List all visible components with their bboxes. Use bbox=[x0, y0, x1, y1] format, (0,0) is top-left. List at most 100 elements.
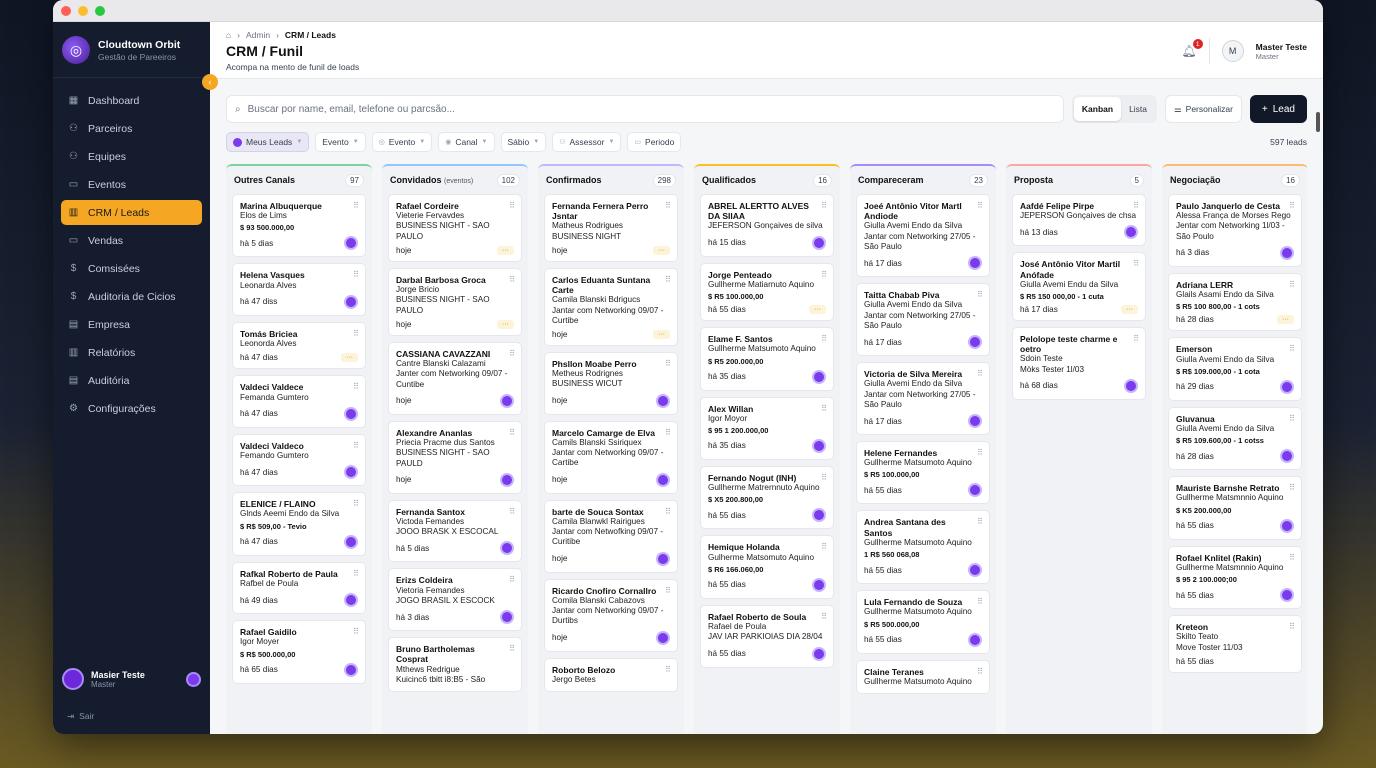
drag-handle-icon[interactable]: ⠿ bbox=[1133, 259, 1139, 268]
lead-card[interactable]: ⠿ Roborto Belozo Jergo Betes bbox=[544, 657, 678, 692]
lead-card[interactable]: ⠿ Erizs Coldeira Vietoria Femandes JOGO BR… bbox=[388, 568, 522, 632]
customize-button[interactable]: ⚌ Personalizar bbox=[1165, 95, 1242, 123]
sidebar-item-crm-leads[interactable]: ▥ CRM / Leads bbox=[61, 200, 202, 225]
filter-meus-leads[interactable]: Meus Leads ▼ bbox=[226, 132, 310, 152]
lead-card[interactable]: ⠿ Marina Albuquerque Elos de Lims $ 93 500… bbox=[232, 194, 366, 258]
drag-handle-icon[interactable]: ⠿ bbox=[821, 473, 827, 482]
home-icon[interactable]: ⌂ bbox=[226, 30, 231, 40]
drag-handle-icon[interactable]: ⠿ bbox=[353, 627, 359, 636]
lead-card[interactable]: ⠿ Darbal Barbosa Groca Jorge Bricio BUSINE… bbox=[388, 267, 522, 336]
sidebar-item-empresa[interactable]: ▤ Empresa bbox=[61, 312, 202, 337]
filter-evento[interactable]: Evento ▼ bbox=[315, 132, 366, 152]
lead-card[interactable]: ⠿ Hemique Holanda Gulherme Matsomuto Aqui… bbox=[700, 535, 834, 599]
lead-card[interactable]: ⠿ Rafael Roberto de Soula Rafael de Poula… bbox=[700, 604, 834, 668]
drag-handle-icon[interactable]: ⠿ bbox=[977, 201, 983, 210]
filter-s-bio[interactable]: Sábio ▼ bbox=[500, 132, 547, 152]
drag-handle-icon[interactable]: ⠿ bbox=[821, 404, 827, 413]
sidebar-item-parceiros[interactable]: ⚇ Parceiros bbox=[61, 116, 202, 141]
lead-card[interactable]: ⠿ Helena Vasques Leonarda Alves há 47 diss bbox=[232, 263, 366, 316]
lead-card[interactable]: ⠿ Fernando Nogut (INH) Gullherme Matrernn… bbox=[700, 465, 834, 530]
view-kanban-button[interactable]: Kanban bbox=[1073, 97, 1122, 121]
drag-handle-icon[interactable]: ⠿ bbox=[665, 428, 671, 437]
lead-card[interactable]: ⠿ Alexandre Ananlas Priecia Pracme dus Sa… bbox=[388, 420, 522, 494]
collapse-sidebar-icon[interactable]: ‹ bbox=[202, 74, 218, 90]
drag-handle-icon[interactable]: ⠿ bbox=[665, 665, 671, 674]
lead-card[interactable]: ⠿ Rafael Gaidilo Igor Moyer $ R$ 500.000,0… bbox=[232, 620, 366, 684]
drag-handle-icon[interactable]: ⠿ bbox=[353, 329, 359, 338]
drag-handle-icon[interactable]: ⠿ bbox=[1289, 483, 1295, 492]
drag-handle-icon[interactable]: ⠿ bbox=[821, 334, 827, 343]
lead-card[interactable]: ⠿ ABREL ALERTTO ALVES DA SIIAA JEFERSON G… bbox=[700, 194, 834, 257]
lead-card[interactable]: ⠿ Fernanda Santox Victoda Femandes JOOO BR… bbox=[388, 499, 522, 563]
drag-handle-icon[interactable]: ⠿ bbox=[353, 270, 359, 279]
lead-card[interactable]: ⠿ Tomás Briciea Leonorda Alves há 47 dias ·… bbox=[232, 321, 366, 370]
lead-card[interactable]: ⠿ Jorge Penteado Gullherme Matiarnuto Aqu… bbox=[700, 262, 834, 322]
lead-card[interactable]: ⠿ Pelolope teste charme e oetro Sdoin Tes… bbox=[1012, 327, 1146, 400]
drag-handle-icon[interactable]: ⠿ bbox=[977, 597, 983, 606]
drag-handle-icon[interactable]: ⠿ bbox=[665, 201, 671, 210]
sidebar-item-audit-ria[interactable]: ▤ Auditória bbox=[61, 368, 202, 393]
lead-card[interactable]: ⠿ CASSIANA CAVAZZANI Cantre Blanski Calaz… bbox=[388, 341, 522, 415]
lead-card[interactable]: ⠿ Rofael Knlitel (Rakin) Gullherme Matsmn… bbox=[1168, 545, 1302, 610]
filter-assessor[interactable]: ⚇ Assessor ▼ bbox=[552, 132, 622, 152]
avatar[interactable]: M bbox=[1221, 40, 1244, 62]
lead-card[interactable]: ⠿ José Antônio Vitor Martil Anófade Giull… bbox=[1012, 252, 1146, 322]
drag-handle-icon[interactable]: ⠿ bbox=[665, 359, 671, 368]
lead-card[interactable]: ⠿ barte de Souca Sontax Camila Blanwkl Ra… bbox=[544, 499, 678, 573]
drag-handle-icon[interactable]: ⠿ bbox=[509, 644, 515, 653]
header-user[interactable]: Master Teste Master bbox=[1256, 42, 1307, 61]
drag-handle-icon[interactable]: ⠿ bbox=[977, 448, 983, 457]
logout-button[interactable]: ⇥ Sair bbox=[67, 711, 94, 722]
lead-card[interactable]: ⠿ Alex Willan Igor Moyor $ 95 1 200.000,00… bbox=[700, 396, 834, 460]
drag-handle-icon[interactable]: ⠿ bbox=[509, 507, 515, 516]
drag-handle-icon[interactable]: ⠿ bbox=[977, 290, 983, 299]
drag-handle-icon[interactable]: ⠿ bbox=[509, 201, 515, 210]
drag-handle-icon[interactable]: ⠿ bbox=[1133, 334, 1139, 343]
drag-handle-icon[interactable]: ⠿ bbox=[665, 586, 671, 595]
lead-card[interactable]: ⠿ Taitta Chabab Piva Giulla Avemi Endo da… bbox=[856, 283, 990, 357]
search-input[interactable] bbox=[247, 103, 1063, 115]
sidebar-item-dashboard[interactable]: ▦ Dashboard bbox=[61, 88, 202, 113]
lead-card[interactable]: ⠿ Aafdé Felipe Pirpe JEPERSON Gonçaives d… bbox=[1012, 194, 1146, 247]
lead-card[interactable]: ⠿ Lula Fernando de Souza Gullherme Matsum… bbox=[856, 590, 990, 654]
lead-card[interactable]: ⠿ Marcelo Camarge de Elva Camils Blanski … bbox=[544, 420, 678, 494]
lead-card[interactable]: ⠿ Adriana LERR Glails Asami Endo da Silva… bbox=[1168, 272, 1302, 332]
lead-card[interactable]: ⠿ Gluvanua Giulla Avemi Endo da Silva $ R5… bbox=[1168, 406, 1302, 471]
lead-card[interactable]: ⠿ Joeé Antônio Vitor Martl Andiode Giulla… bbox=[856, 194, 990, 278]
drag-handle-icon[interactable]: ⠿ bbox=[353, 499, 359, 508]
lead-card[interactable]: ⠿ ELENICE / FLAINO Glnds Aeemi Endo da Si… bbox=[232, 492, 366, 556]
view-list-button[interactable]: Lista bbox=[1121, 97, 1155, 121]
drag-handle-icon[interactable]: ⠿ bbox=[1289, 344, 1295, 353]
drag-handle-icon[interactable]: ⠿ bbox=[1289, 414, 1295, 423]
drag-handle-icon[interactable]: ⠿ bbox=[353, 569, 359, 578]
filter-periodo[interactable]: ▭ Periodo bbox=[627, 132, 682, 152]
drag-handle-icon[interactable]: ⠿ bbox=[821, 612, 827, 621]
drag-handle-icon[interactable]: ⠿ bbox=[821, 542, 827, 551]
lead-card[interactable]: ⠿ Emerson Giulla Avemi Endo da Silva $ R$ … bbox=[1168, 337, 1302, 401]
lead-card[interactable]: ⠿ Mauriste Barnshe Retrato Gullherme Mats… bbox=[1168, 476, 1302, 540]
sidebar-user[interactable]: Masier Teste Master bbox=[53, 668, 210, 690]
lead-card[interactable]: ⠿ Claine Teranes Gullherme Matsumoto Aqui… bbox=[856, 659, 990, 694]
lead-card[interactable]: ⠿ Bruno Bartholemas Cosprat Mthews Redrig… bbox=[388, 637, 522, 692]
drag-handle-icon[interactable]: ⠿ bbox=[1133, 201, 1139, 210]
drag-handle-icon[interactable]: ⠿ bbox=[509, 275, 515, 284]
add-lead-button[interactable]: + Lead bbox=[1249, 95, 1307, 123]
minimize-window-button[interactable] bbox=[78, 5, 88, 16]
drag-handle-icon[interactable]: ⠿ bbox=[1289, 553, 1295, 562]
user-settings-icon[interactable] bbox=[186, 671, 201, 687]
sidebar-item-vendas[interactable]: ▭ Vendas bbox=[61, 228, 202, 253]
scrollbar[interactable] bbox=[1316, 112, 1320, 132]
sidebar-item-comsis-es[interactable]: $ Comsisées bbox=[61, 256, 202, 281]
drag-handle-icon[interactable]: ⠿ bbox=[977, 667, 983, 676]
lead-card[interactable]: ⠿ Ricardo Cnofiro Cornallro Comila Blansk… bbox=[544, 578, 678, 652]
drag-handle-icon[interactable]: ⠿ bbox=[821, 201, 827, 210]
filter-evento[interactable]: ◎ Evento ▼ bbox=[371, 132, 433, 152]
lead-card[interactable]: ⠿ Valdeci Valdece Femanda Gumtero há 47 di… bbox=[232, 375, 366, 428]
sidebar-item-equipes[interactable]: ⚇ Equipes bbox=[61, 144, 202, 169]
drag-handle-icon[interactable]: ⠿ bbox=[821, 270, 827, 279]
lead-card[interactable]: ⠿ Helene Fernandes Gullherme Matsumoto Aq… bbox=[856, 441, 990, 505]
drag-handle-icon[interactable]: ⠿ bbox=[353, 441, 359, 450]
lead-card[interactable]: ⠿ Andrea Santana des Santos Gullherme Mat… bbox=[856, 510, 990, 585]
drag-handle-icon[interactable]: ⠿ bbox=[665, 275, 671, 284]
lead-card[interactable]: ⠿ Valdeci Valdeco Femando Gumtero há 47 di… bbox=[232, 433, 366, 487]
